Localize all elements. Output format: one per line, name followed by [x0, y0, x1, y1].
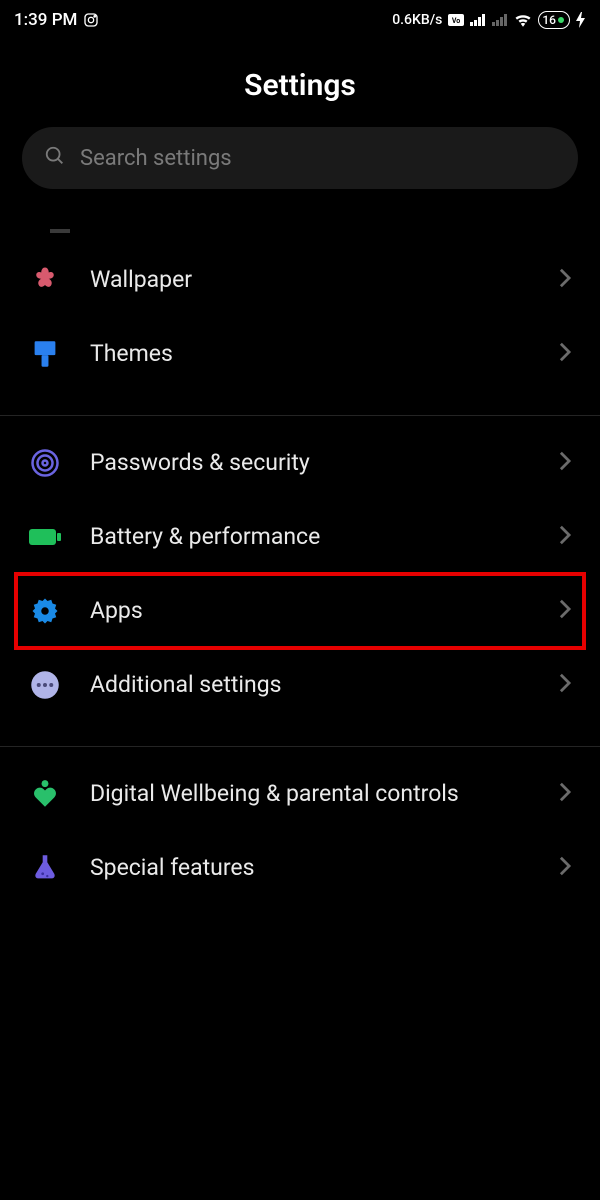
- row-wallpaper[interactable]: Wallpaper: [0, 243, 600, 317]
- gear-icon: [28, 594, 62, 628]
- chevron-right-icon: [558, 524, 572, 550]
- signal-icon: [470, 14, 486, 26]
- section-system: Passwords & security Battery & performan…: [0, 416, 600, 747]
- status-time: 1:39 PM: [14, 10, 77, 30]
- row-label: Additional settings: [90, 671, 530, 700]
- section-wellbeing: Digital Wellbeing & parental controls Sp…: [0, 747, 600, 929]
- battery-icon: [28, 520, 62, 554]
- chevron-right-icon: [558, 450, 572, 476]
- flower-icon: [28, 263, 62, 297]
- flask-icon: [28, 851, 62, 885]
- heart-icon: [28, 777, 62, 811]
- row-label: Special features: [90, 854, 530, 883]
- row-label: Wallpaper: [90, 266, 530, 295]
- chevron-right-icon: [558, 781, 572, 807]
- section-personalize: Wallpaper Themes: [0, 233, 600, 416]
- signal-2-icon: [492, 14, 508, 26]
- page-title: Settings: [0, 68, 600, 103]
- header: Settings: [0, 40, 600, 127]
- battery-percent: 16: [542, 13, 556, 27]
- chevron-right-icon: [558, 855, 572, 881]
- status-right: 0.6KB/s Vo 16: [392, 11, 586, 29]
- row-battery[interactable]: Battery & performance: [0, 500, 600, 574]
- row-label: Digital Wellbeing & parental controls: [90, 780, 530, 809]
- instagram-icon: [83, 12, 99, 28]
- battery-dot-icon: [558, 17, 564, 23]
- row-passwords[interactable]: Passwords & security: [0, 426, 600, 500]
- status-left: 1:39 PM: [14, 10, 99, 30]
- dots-icon: [28, 668, 62, 702]
- chevron-right-icon: [558, 598, 572, 624]
- network-speed: 0.6KB/s: [392, 12, 442, 28]
- list-peek: [0, 209, 600, 233]
- chevron-right-icon: [558, 341, 572, 367]
- search-icon: [44, 145, 66, 171]
- row-additional[interactable]: Additional settings: [0, 648, 600, 722]
- row-label: Battery & performance: [90, 523, 530, 552]
- row-apps[interactable]: Apps: [0, 574, 600, 648]
- row-special[interactable]: Special features: [0, 831, 600, 905]
- row-label: Apps: [90, 597, 530, 626]
- brush-icon: [28, 337, 62, 371]
- row-label: Themes: [90, 340, 530, 369]
- svg-text:Vo: Vo: [452, 17, 460, 25]
- status-bar: 1:39 PM 0.6KB/s Vo 16: [0, 0, 600, 40]
- search-input[interactable]: Search settings: [22, 127, 578, 189]
- charging-icon: [576, 12, 586, 28]
- fingerprint-icon: [28, 446, 62, 480]
- wifi-icon: [514, 13, 532, 27]
- chevron-right-icon: [558, 267, 572, 293]
- search-placeholder: Search settings: [80, 146, 232, 171]
- volte-icon: Vo: [448, 14, 464, 26]
- chevron-right-icon: [558, 672, 572, 698]
- battery-indicator: 16: [538, 11, 570, 29]
- settings-list: Wallpaper Themes Passwords & security: [0, 233, 600, 929]
- row-label: Passwords & security: [90, 449, 530, 478]
- row-themes[interactable]: Themes: [0, 317, 600, 391]
- row-wellbeing[interactable]: Digital Wellbeing & parental controls: [0, 757, 600, 831]
